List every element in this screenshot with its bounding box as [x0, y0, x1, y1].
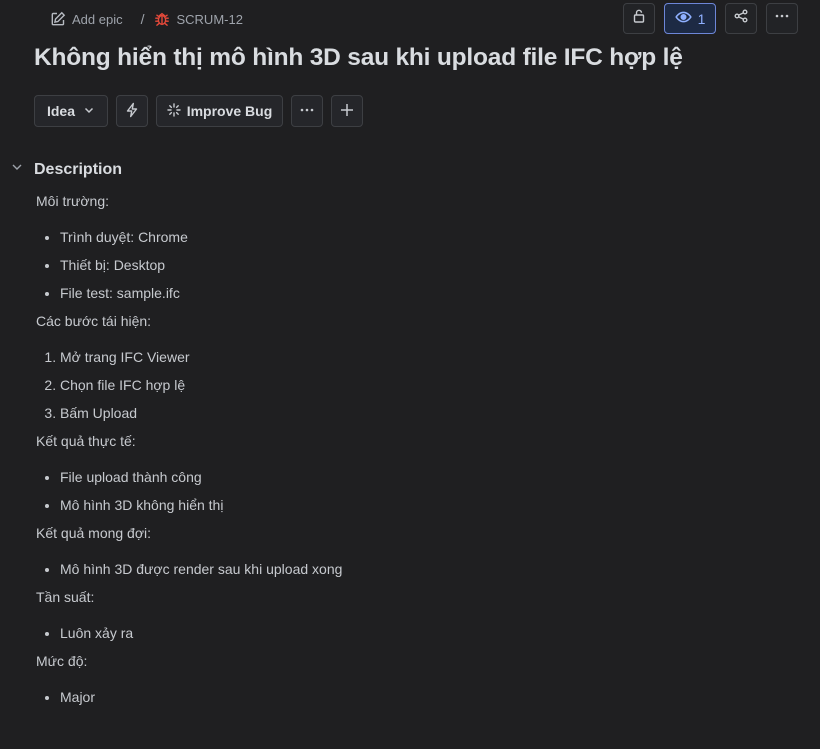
issue-key-link[interactable]: SCRUM-12 [154, 11, 243, 27]
eye-icon [674, 9, 692, 28]
lightning-icon [124, 102, 140, 121]
list-item: Trình duyệt: Chrome [60, 227, 796, 247]
bullet-list: Mô hình 3D được render sau khi upload xo… [60, 559, 796, 579]
list-item: Major [60, 687, 796, 707]
improve-bug-label: Improve Bug [186, 103, 273, 119]
section-heading: Các bước tái hiện: [36, 313, 152, 329]
chevron-down-icon [83, 103, 95, 119]
breadcrumb-separator: / [140, 11, 145, 27]
numbered-list: Mở trang IFC Viewer Chọn file IFC hợp lệ… [60, 347, 796, 423]
lock-icon [631, 8, 647, 29]
list-item: Chọn file IFC hợp lệ [60, 375, 796, 395]
description-heading: Description [34, 160, 123, 178]
bullet-list: File upload thành công Mô hình 3D không … [60, 467, 796, 515]
issue-key-label: SCRUM-12 [176, 11, 243, 27]
more-horizontal-icon [299, 102, 315, 121]
chevron-down-icon [10, 160, 24, 179]
issue-toolbar: Idea Improve Bug [34, 95, 363, 127]
section-heading: Kết quả mong đợi: [36, 525, 152, 541]
sparkle-icon [167, 102, 181, 120]
section-heading: Mức độ: [36, 653, 88, 669]
more-toolbar-button[interactable] [291, 95, 323, 127]
status-label: Idea [46, 103, 75, 119]
breadcrumb: Add epic / SCRUM-12 [50, 9, 243, 29]
description-toggle[interactable]: Description [10, 160, 122, 179]
watchers-count: 1 [697, 10, 706, 27]
section-heading: Kết quả thực tế: [36, 433, 136, 449]
bullet-list: Luôn xảy ra [60, 623, 796, 643]
list-item: File test: sample.ifc [60, 283, 796, 303]
issue-title[interactable]: Không hiển thị mô hình 3D sau khi upload… [34, 44, 683, 72]
description-body[interactable]: Môi trường: Trình duyệt: Chrome Thiết bị… [36, 191, 796, 715]
section-heading: Tần suất: [36, 589, 95, 605]
edit-icon [50, 11, 66, 27]
bug-icon [154, 11, 170, 27]
add-button[interactable] [331, 95, 363, 127]
more-horizontal-icon [774, 8, 790, 29]
list-item: Mở trang IFC Viewer [60, 347, 796, 367]
add-epic-label: Add epic [72, 11, 123, 27]
share-icon [733, 8, 749, 29]
watch-button[interactable]: 1 [664, 3, 716, 34]
share-button[interactable] [725, 3, 757, 34]
list-item: File upload thành công [60, 467, 796, 487]
list-item: Mô hình 3D được render sau khi upload xo… [60, 559, 796, 579]
add-epic-link[interactable]: Add epic [50, 11, 123, 27]
list-item: Luôn xảy ra [60, 623, 796, 643]
bullet-list: Trình duyệt: Chrome Thiết bị: Desktop Fi… [60, 227, 796, 303]
list-item: Thiết bị: Desktop [60, 255, 796, 275]
section-heading: Môi trường: [36, 193, 110, 209]
header-actions: 1 [623, 3, 798, 34]
list-item: Mô hình 3D không hiển thị [60, 495, 796, 515]
automation-button[interactable] [116, 95, 148, 127]
more-actions-button[interactable] [766, 3, 798, 34]
status-dropdown[interactable]: Idea [34, 95, 108, 127]
list-item: Bấm Upload [60, 403, 796, 423]
restrict-button[interactable] [623, 3, 655, 34]
improve-bug-button[interactable]: Improve Bug [156, 95, 283, 127]
issue-view: Add epic / SCRUM-12 1 Không hiển thị mô … [0, 0, 820, 749]
bullet-list: Major [60, 687, 796, 707]
plus-icon [339, 102, 355, 121]
